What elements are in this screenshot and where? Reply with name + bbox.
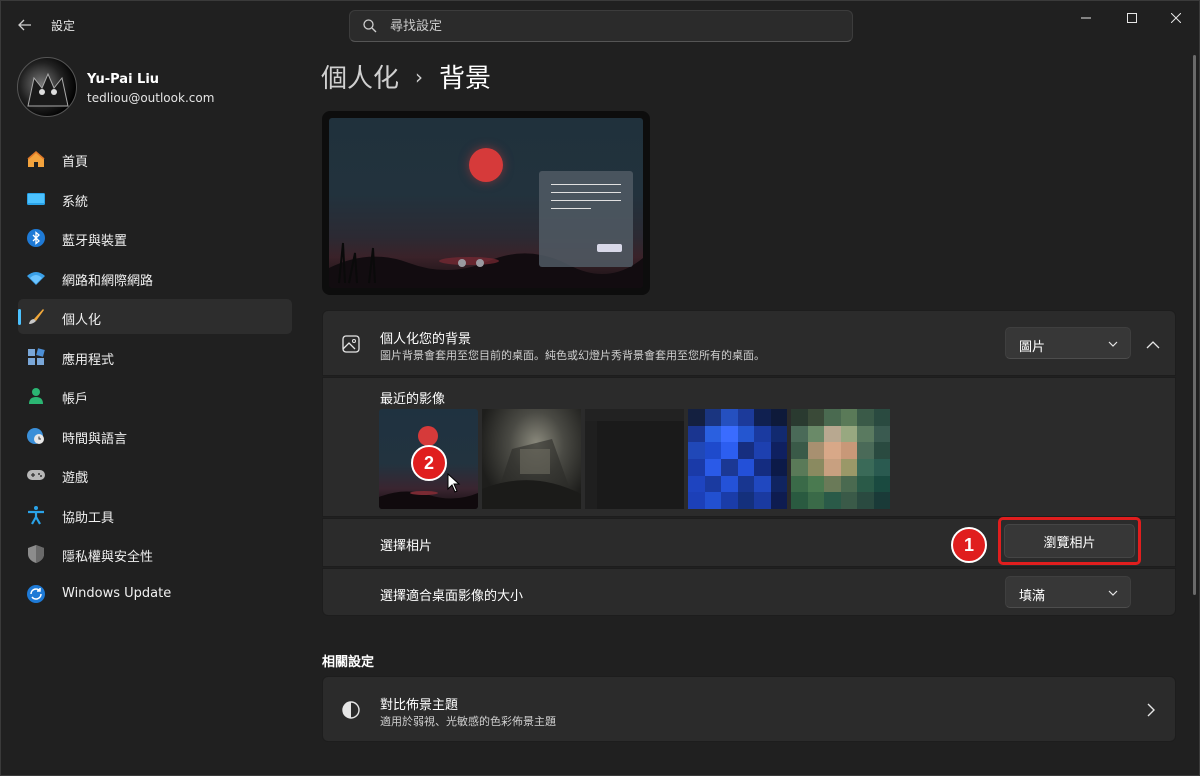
fit-label: 選擇適合桌面影像的大小 bbox=[380, 589, 524, 604]
sidebar-item-accounts[interactable]: 帳戶 bbox=[18, 378, 292, 413]
preview-window bbox=[539, 171, 633, 267]
breadcrumb: 個人化 › 背景 bbox=[321, 58, 491, 95]
app-title: 設定 bbox=[51, 19, 76, 33]
back-button[interactable] bbox=[11, 11, 39, 39]
recent-image-3[interactable] bbox=[585, 409, 684, 509]
monitor-icon bbox=[27, 192, 45, 205]
fit-row: 選擇適合桌面影像的大小 填滿 bbox=[322, 568, 1176, 616]
sidebar-item-label: 系統 bbox=[62, 194, 89, 210]
gamepad-icon bbox=[27, 470, 45, 480]
close-button[interactable] bbox=[1153, 1, 1199, 35]
globe-clock-icon bbox=[27, 427, 44, 444]
home-icon bbox=[27, 151, 45, 167]
sidebar-item-gaming[interactable]: 遊戲 bbox=[18, 457, 292, 492]
sidebar-item-privacy[interactable]: 隱私權與安全性 bbox=[18, 536, 292, 571]
sidebar-item-personalization[interactable]: 個人化 bbox=[18, 299, 292, 334]
contrast-title: 對比佈景主題 bbox=[380, 698, 459, 713]
contrast-icon bbox=[342, 701, 360, 719]
fit-value: 填滿 bbox=[1019, 589, 1046, 604]
preview-moon bbox=[469, 148, 503, 182]
chevron-down-icon bbox=[1108, 590, 1118, 596]
sidebar-item-home[interactable]: 首頁 bbox=[18, 141, 292, 176]
sidebar-nav: 首頁 系統 藍牙與裝置 網路和網際網路 個人化 應用程式 帳戶 時間與語言 遊戲… bbox=[18, 141, 292, 615]
sidebar-item-label: 應用程式 bbox=[62, 352, 115, 368]
person-icon bbox=[29, 388, 43, 404]
profile-email: tedliou@outlook.com bbox=[87, 91, 215, 105]
update-icon bbox=[27, 584, 45, 603]
recent-image-5[interactable] bbox=[791, 409, 890, 509]
chevron-right-icon bbox=[1147, 703, 1155, 717]
sidebar-item-bluetooth[interactable]: 藍牙與裝置 bbox=[18, 220, 292, 255]
breadcrumb-parent[interactable]: 個人化 bbox=[321, 58, 399, 95]
settings-window: 設定 Yu-Pai Liu tedliou@outlook.com 首頁 bbox=[0, 0, 1200, 776]
image-icon bbox=[342, 335, 360, 353]
accessibility-icon bbox=[28, 505, 44, 525]
shield-icon bbox=[28, 545, 44, 563]
sidebar-item-label: 時間與語言 bbox=[62, 431, 128, 447]
minimize-icon bbox=[1081, 17, 1091, 19]
sidebar-item-label: Windows Update bbox=[62, 585, 172, 601]
fit-dropdown[interactable]: 填滿 bbox=[1005, 576, 1131, 608]
sidebar-item-label: 網路和網際網路 bbox=[62, 273, 154, 289]
avatar bbox=[17, 57, 77, 117]
close-icon bbox=[1171, 13, 1181, 23]
wifi-icon bbox=[27, 271, 45, 285]
background-title: 個人化您的背景 bbox=[380, 332, 472, 347]
breadcrumb-separator: › bbox=[415, 64, 424, 89]
page-title: 背景 bbox=[439, 64, 492, 94]
desktop-preview bbox=[322, 111, 650, 295]
sidebar-item-label: 首頁 bbox=[62, 155, 89, 170]
chevron-down-icon bbox=[1108, 341, 1118, 347]
recent-images-section: 最近的影像 bbox=[322, 377, 1176, 517]
sidebar-item-label: 協助工具 bbox=[62, 510, 115, 526]
paintbrush-icon bbox=[29, 309, 44, 324]
sidebar-item-label: 藍牙與裝置 bbox=[62, 234, 128, 249]
sidebar-item-accessibility[interactable]: 協助工具 bbox=[18, 497, 292, 532]
mouse-cursor-icon bbox=[447, 473, 461, 493]
sidebar-item-label: 個人化 bbox=[62, 313, 102, 328]
browse-photos-button[interactable]: 瀏覽相片 bbox=[1004, 524, 1135, 558]
step-badge-2: 2 bbox=[411, 445, 447, 481]
choose-photo-label: 選擇相片 bbox=[380, 539, 433, 554]
background-type-dropdown[interactable]: 圖片 bbox=[1005, 327, 1131, 359]
sidebar-item-system[interactable]: 系統 bbox=[18, 181, 292, 216]
collapse-button[interactable] bbox=[1141, 333, 1165, 357]
scrollbar[interactable] bbox=[1193, 55, 1196, 595]
sidebar-item-label: 遊戲 bbox=[62, 471, 89, 486]
recent-image-2[interactable] bbox=[482, 409, 581, 509]
sidebar-item-windows-update[interactable]: Windows Update bbox=[18, 576, 292, 611]
back-arrow-icon bbox=[18, 19, 31, 31]
recent-images-title: 最近的影像 bbox=[380, 392, 446, 407]
background-settings-header: 個人化您的背景 圖片背景會套用至您目前的桌面。純色或幻燈片秀背景會套用至您所有的… bbox=[322, 310, 1176, 376]
recent-image-4[interactable] bbox=[688, 409, 787, 509]
background-type-value: 圖片 bbox=[1019, 340, 1046, 355]
preview-wallpaper bbox=[329, 118, 643, 288]
recent-images-list bbox=[379, 409, 890, 509]
sidebar-item-network[interactable]: 網路和網際網路 bbox=[18, 260, 292, 295]
user-profile[interactable]: Yu-Pai Liu tedliou@outlook.com bbox=[17, 57, 297, 121]
bluetooth-icon bbox=[27, 229, 45, 247]
minimize-button[interactable] bbox=[1063, 1, 1109, 35]
sidebar-item-label: 帳戶 bbox=[62, 392, 89, 407]
step-badge-1: 1 bbox=[951, 527, 987, 563]
sidebar-item-time-language[interactable]: 時間與語言 bbox=[18, 418, 292, 453]
sidebar-item-apps[interactable]: 應用程式 bbox=[18, 339, 292, 374]
related-settings-title: 相關設定 bbox=[322, 655, 375, 670]
search-input[interactable] bbox=[390, 11, 830, 41]
profile-name: Yu-Pai Liu bbox=[87, 72, 160, 87]
apps-icon bbox=[28, 347, 45, 365]
chevron-up-icon bbox=[1146, 341, 1160, 349]
contrast-description: 適用於弱視、光敏感的色彩佈景主題 bbox=[380, 715, 556, 728]
maximize-button[interactable] bbox=[1109, 1, 1155, 35]
sidebar-item-label: 隱私權與安全性 bbox=[62, 550, 154, 565]
search-icon bbox=[363, 19, 377, 33]
maximize-icon bbox=[1127, 13, 1137, 23]
title-bar: 設定 bbox=[1, 1, 1199, 49]
search-box[interactable] bbox=[349, 10, 853, 42]
contrast-themes-link[interactable]: 對比佈景主題 適用於弱視、光敏感的色彩佈景主題 bbox=[322, 676, 1176, 742]
background-description: 圖片背景會套用至您目前的桌面。純色或幻燈片秀背景會套用至您所有的桌面。 bbox=[380, 349, 765, 362]
